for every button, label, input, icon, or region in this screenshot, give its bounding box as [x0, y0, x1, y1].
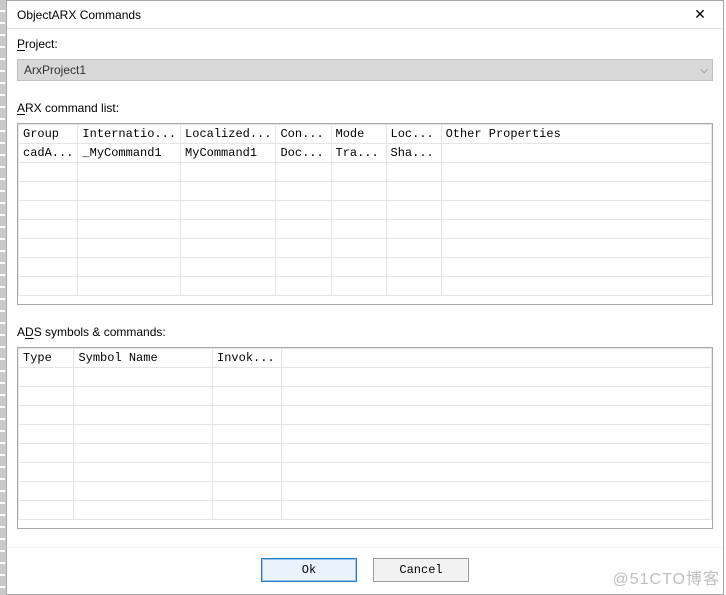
column-header[interactable]: Other Properties [441, 125, 711, 144]
column-header[interactable]: Localized... [181, 125, 276, 144]
column-header[interactable]: Type [19, 349, 74, 368]
table-row[interactable] [19, 277, 712, 296]
ads-table[interactable]: TypeSymbol NameInvok... [18, 348, 712, 520]
button-bar: Ok Cancel [7, 547, 723, 594]
ads-symbols-grid[interactable]: TypeSymbol NameInvok... [17, 347, 713, 529]
table-row[interactable] [19, 501, 712, 520]
table-row[interactable] [19, 182, 712, 201]
column-header[interactable]: Loc... [386, 125, 441, 144]
project-label: Project: [17, 37, 713, 51]
arx-list-label: ARX command list: [17, 101, 713, 115]
table-row[interactable] [19, 482, 712, 501]
table-row[interactable] [19, 444, 712, 463]
project-combo-value: ArxProject1 [24, 63, 86, 77]
table-row[interactable] [19, 220, 712, 239]
table-row[interactable] [19, 163, 712, 182]
table-row[interactable] [19, 406, 712, 425]
close-icon[interactable]: ✕ [683, 6, 717, 23]
table-row[interactable] [19, 258, 712, 277]
table-row[interactable]: cadA..._MyCommand1MyCommand1Doc...Tra...… [19, 144, 712, 163]
table-row[interactable] [19, 463, 712, 482]
table-row[interactable] [19, 239, 712, 258]
project-combo[interactable]: ArxProject1 ⌵ [17, 59, 713, 81]
chevron-down-icon: ⌵ [700, 65, 708, 76]
cancel-button[interactable]: Cancel [373, 558, 469, 582]
dialog-window: ObjectARX Commands ✕ Project: ArxProject… [6, 0, 724, 595]
arx-command-grid[interactable]: GroupInternatio...Localized...Con...Mode… [17, 123, 713, 305]
column-header[interactable]: Group [19, 125, 78, 144]
table-row[interactable] [19, 368, 712, 387]
column-header[interactable]: Invok... [213, 349, 282, 368]
table-row[interactable] [19, 425, 712, 444]
ok-button[interactable]: Ok [261, 558, 357, 582]
table-row[interactable] [19, 201, 712, 220]
window-title: ObjectARX Commands [17, 8, 141, 22]
dialog-content: Project: ArxProject1 ⌵ ARX command list:… [7, 29, 723, 547]
column-header[interactable]: Symbol Name [74, 349, 213, 368]
titlebar[interactable]: ObjectARX Commands ✕ [7, 1, 723, 29]
column-header[interactable]: Mode [331, 125, 386, 144]
ads-list-label: ADS symbols & commands: [17, 325, 713, 339]
table-row[interactable] [19, 387, 712, 406]
column-header[interactable]: Internatio... [78, 125, 181, 144]
arx-table[interactable]: GroupInternatio...Localized...Con...Mode… [18, 124, 712, 296]
column-header[interactable]: Con... [276, 125, 331, 144]
